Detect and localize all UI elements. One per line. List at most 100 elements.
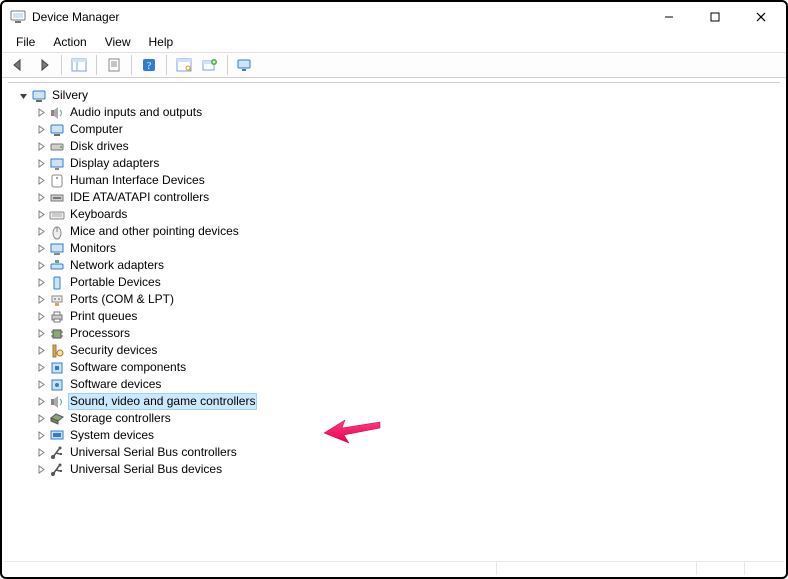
menu-help[interactable]: Help — [141, 34, 182, 50]
tree-item[interactable]: Network adapters — [34, 257, 780, 274]
portable-icon — [49, 275, 65, 291]
tree-item-label: Portable Devices — [68, 274, 163, 291]
toolbar-separator — [61, 55, 62, 75]
chevron-right-icon[interactable] — [34, 189, 48, 206]
chevron-right-icon[interactable] — [34, 461, 48, 478]
chevron-right-icon[interactable] — [34, 223, 48, 240]
chevron-right-icon[interactable] — [34, 172, 48, 189]
tree-item[interactable]: Universal Serial Bus controllers — [34, 444, 780, 461]
tree-item[interactable]: Software components — [34, 359, 780, 376]
add-hardware-button[interactable] — [198, 54, 222, 76]
storage-icon — [49, 411, 65, 427]
network-icon — [49, 258, 65, 274]
mouse-icon — [49, 224, 65, 240]
tree-item[interactable]: Computer — [34, 121, 780, 138]
tree-item[interactable]: Ports (COM & LPT) — [34, 291, 780, 308]
chevron-right-icon[interactable] — [34, 427, 48, 444]
toolbar-separator — [166, 55, 167, 75]
toolbar: ? — [2, 52, 786, 78]
chevron-right-icon[interactable] — [34, 257, 48, 274]
security-icon — [49, 343, 65, 359]
chevron-right-icon[interactable] — [34, 155, 48, 172]
chevron-right-icon[interactable] — [34, 376, 48, 393]
tree-item[interactable]: Security devices — [34, 342, 780, 359]
maximize-button[interactable] — [692, 2, 738, 32]
tree-item[interactable]: Audio inputs and outputs — [34, 104, 780, 121]
toolbar-separator — [96, 55, 97, 75]
computer-icon — [49, 122, 65, 138]
show-hide-tree-button[interactable] — [67, 54, 91, 76]
tree-item-label: Software devices — [68, 376, 163, 393]
forward-button[interactable] — [32, 54, 56, 76]
tree-item-label: Monitors — [68, 240, 118, 257]
system-icon — [49, 428, 65, 444]
tree-item[interactable]: Keyboards — [34, 206, 780, 223]
chevron-down-icon[interactable] — [16, 87, 30, 104]
chevron-right-icon[interactable] — [34, 291, 48, 308]
minimize-button[interactable] — [646, 2, 692, 32]
tree-item-label: Human Interface Devices — [68, 172, 207, 189]
chevron-right-icon[interactable] — [34, 104, 48, 121]
toolbar-separator — [131, 55, 132, 75]
device-tree[interactable]: SilveryAudio inputs and outputsComputerD… — [8, 87, 780, 478]
software-icon — [49, 377, 65, 393]
chevron-right-icon[interactable] — [34, 444, 48, 461]
tree-item[interactable]: Display adapters — [34, 155, 780, 172]
menu-file[interactable]: File — [8, 34, 43, 50]
tree-item-label: System devices — [68, 427, 156, 444]
tree-item[interactable]: Mice and other pointing devices — [34, 223, 780, 240]
tree-item[interactable]: IDE ATA/ATAPI controllers — [34, 189, 780, 206]
properties-button[interactable] — [102, 54, 126, 76]
tree-item[interactable]: Sound, video and game controllers — [34, 393, 780, 410]
tree-item[interactable]: System devices — [34, 427, 780, 444]
processor-icon — [49, 326, 65, 342]
usb-icon — [49, 445, 65, 461]
menu-view[interactable]: View — [97, 34, 139, 50]
tree-item-label: Universal Serial Bus controllers — [68, 444, 239, 461]
speaker-icon — [49, 105, 65, 121]
device-tree-area[interactable]: SilveryAudio inputs and outputsComputerD… — [8, 82, 780, 559]
tree-item-label: Security devices — [68, 342, 159, 359]
help-button[interactable]: ? — [137, 54, 161, 76]
tree-item[interactable]: Storage controllers — [34, 410, 780, 427]
scan-hardware-button[interactable] — [172, 54, 196, 76]
tree-item[interactable]: Print queues — [34, 308, 780, 325]
tree-item-label: Storage controllers — [68, 410, 173, 427]
tree-item[interactable]: Monitors — [34, 240, 780, 257]
chevron-right-icon[interactable] — [34, 393, 48, 410]
chevron-right-icon[interactable] — [34, 342, 48, 359]
chevron-right-icon[interactable] — [34, 121, 48, 138]
chevron-right-icon[interactable] — [34, 325, 48, 342]
tree-item[interactable]: Software devices — [34, 376, 780, 393]
tree-item[interactable]: Human Interface Devices — [34, 172, 780, 189]
close-button[interactable] — [738, 2, 784, 32]
devices-by-connection-button[interactable] — [233, 54, 257, 76]
tree-item-label: Processors — [68, 325, 132, 342]
tree-root-node[interactable]: Silvery — [16, 87, 780, 104]
chevron-right-icon[interactable] — [34, 410, 48, 427]
drive-icon — [49, 139, 65, 155]
menu-action[interactable]: Action — [45, 34, 94, 50]
keyboard-icon — [49, 207, 65, 223]
software-component-icon — [49, 360, 65, 376]
chevron-right-icon[interactable] — [34, 274, 48, 291]
chevron-right-icon[interactable] — [34, 138, 48, 155]
chevron-right-icon[interactable] — [34, 240, 48, 257]
chevron-right-icon[interactable] — [34, 359, 48, 376]
tree-item-label: Audio inputs and outputs — [68, 104, 204, 121]
tree-item-label: Computer — [68, 121, 125, 138]
computer-icon — [31, 88, 47, 104]
titlebar: Device Manager — [2, 2, 786, 32]
tree-item[interactable]: Portable Devices — [34, 274, 780, 291]
chevron-right-icon[interactable] — [34, 206, 48, 223]
usb-icon — [49, 462, 65, 478]
tree-item-label: Universal Serial Bus devices — [68, 461, 224, 478]
ports-icon — [49, 292, 65, 308]
tree-item-label: Mice and other pointing devices — [68, 223, 241, 240]
tree-item[interactable]: Disk drives — [34, 138, 780, 155]
back-button[interactable] — [6, 54, 30, 76]
tree-item[interactable]: Processors — [34, 325, 780, 342]
tree-item[interactable]: Universal Serial Bus devices — [34, 461, 780, 478]
tree-item-label: Network adapters — [68, 257, 166, 274]
chevron-right-icon[interactable] — [34, 308, 48, 325]
